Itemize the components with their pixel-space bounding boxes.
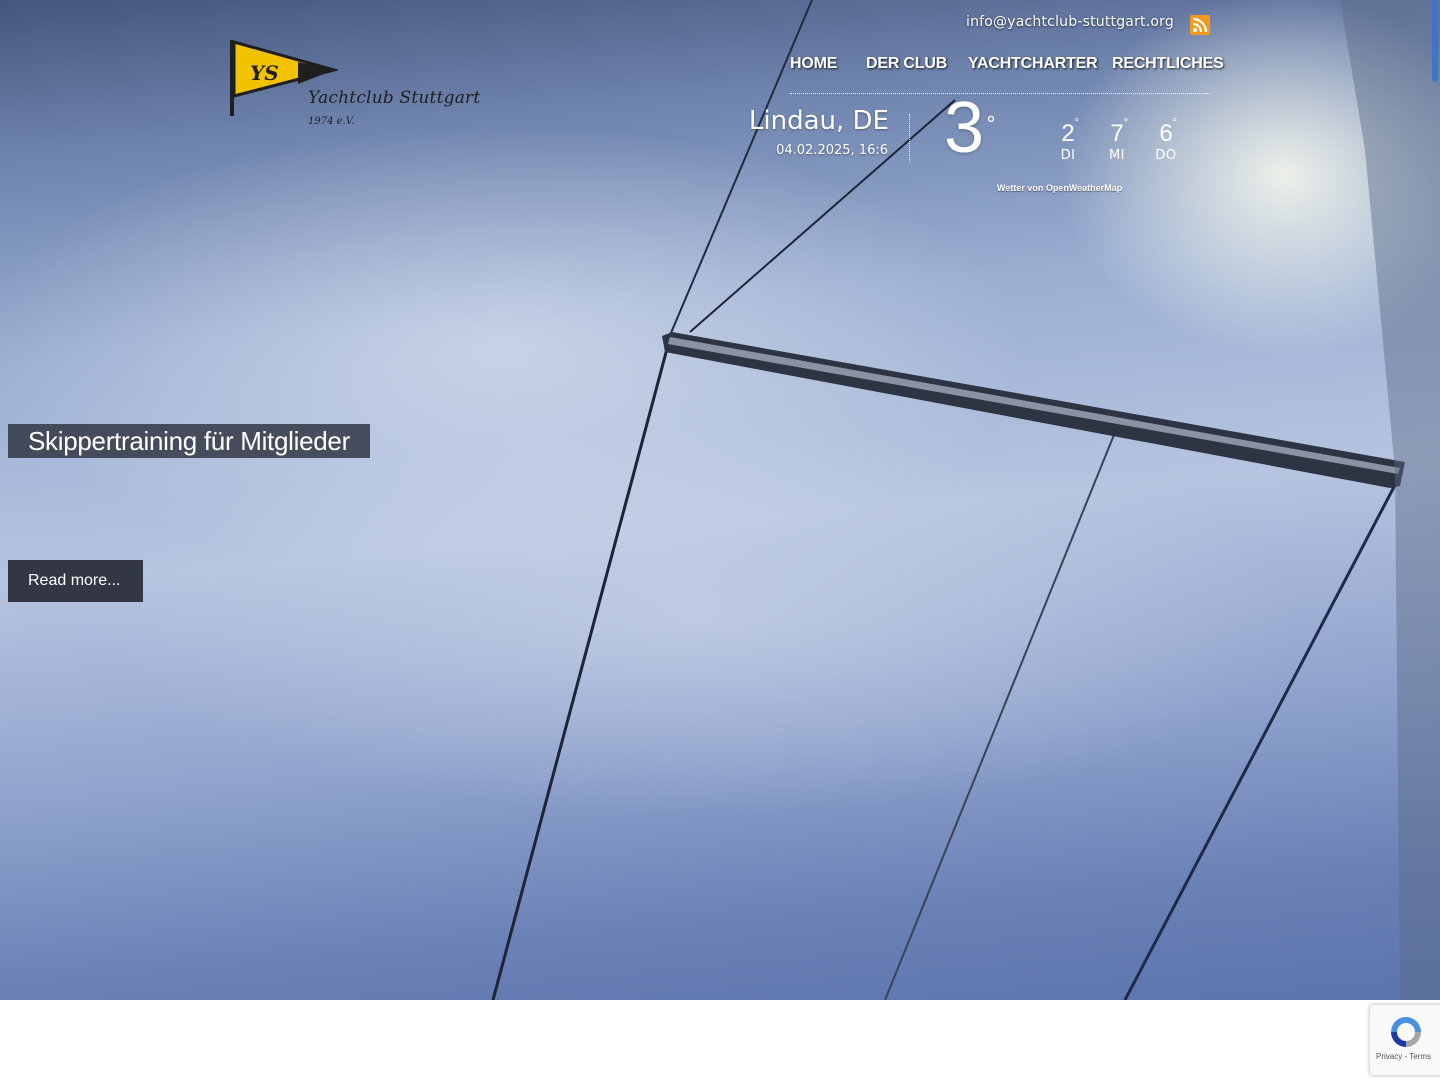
forecast-day-label: DI: [1060, 148, 1076, 163]
forecast-day-label: MI: [1108, 148, 1126, 163]
weather-divider: [909, 114, 910, 162]
nav-der-club[interactable]: Der Club: [866, 55, 947, 73]
weather-degree-sign: °: [986, 112, 996, 136]
slide-title: Skippertraining für Mitglieder: [8, 424, 370, 458]
scrollbar-thumb[interactable]: [1432, 0, 1438, 82]
rss-icon[interactable]: [1190, 15, 1210, 35]
forecast-temp: 2: [1061, 120, 1075, 147]
forecast-day-label: DO: [1155, 148, 1177, 163]
recaptcha-terms-link[interactable]: Terms: [1409, 1052, 1431, 1061]
weather-datetime: 04.02.2025, 16:6: [776, 143, 888, 158]
nav-home[interactable]: Home: [790, 55, 837, 73]
weather-city: Lindau, DE: [748, 106, 889, 136]
forecast-temp: 7: [1110, 120, 1124, 147]
hero-slider: [0, 0, 1440, 1000]
weather-current-temp: 3: [944, 88, 985, 168]
logo-name: Yachtclub Stuttgart: [308, 88, 481, 108]
nav-rechtliches[interactable]: Rechtliches: [1112, 55, 1224, 73]
scrollbar[interactable]: [1430, 0, 1440, 1000]
weather-credit-link[interactable]: Wetter von OpenWeatherMap: [997, 183, 1122, 193]
nav-yachtcharter[interactable]: Yachtcharter: [968, 55, 1098, 73]
recaptcha-links: Privacy - Terms: [1376, 1052, 1431, 1061]
recaptcha-icon: [1391, 1017, 1421, 1047]
logo-mark: YS: [250, 61, 279, 85]
recaptcha-badge[interactable]: Privacy - Terms: [1370, 1005, 1440, 1075]
read-more-button[interactable]: Read more...: [8, 560, 143, 602]
forecast-day: 7 ° MI: [1097, 118, 1137, 164]
forecast-day: 2 ° DI: [1048, 118, 1088, 164]
forecast-day: 6 ° DO: [1146, 118, 1186, 164]
rigging-background: [491, 0, 1440, 1000]
recaptcha-privacy-link[interactable]: Privacy: [1376, 1052, 1402, 1061]
logo-year: 1974 e.V.: [308, 116, 355, 127]
forecast-temp: 6: [1159, 120, 1173, 147]
club-logo[interactable]: YS Yachtclub Stuttgart 1974 e.V.: [228, 38, 480, 134]
email-link[interactable]: info@yachtclub-stuttgart.org: [966, 14, 1174, 30]
main-nav: Home Der Club Yachtcharter Rechtliches: [790, 53, 1224, 94]
